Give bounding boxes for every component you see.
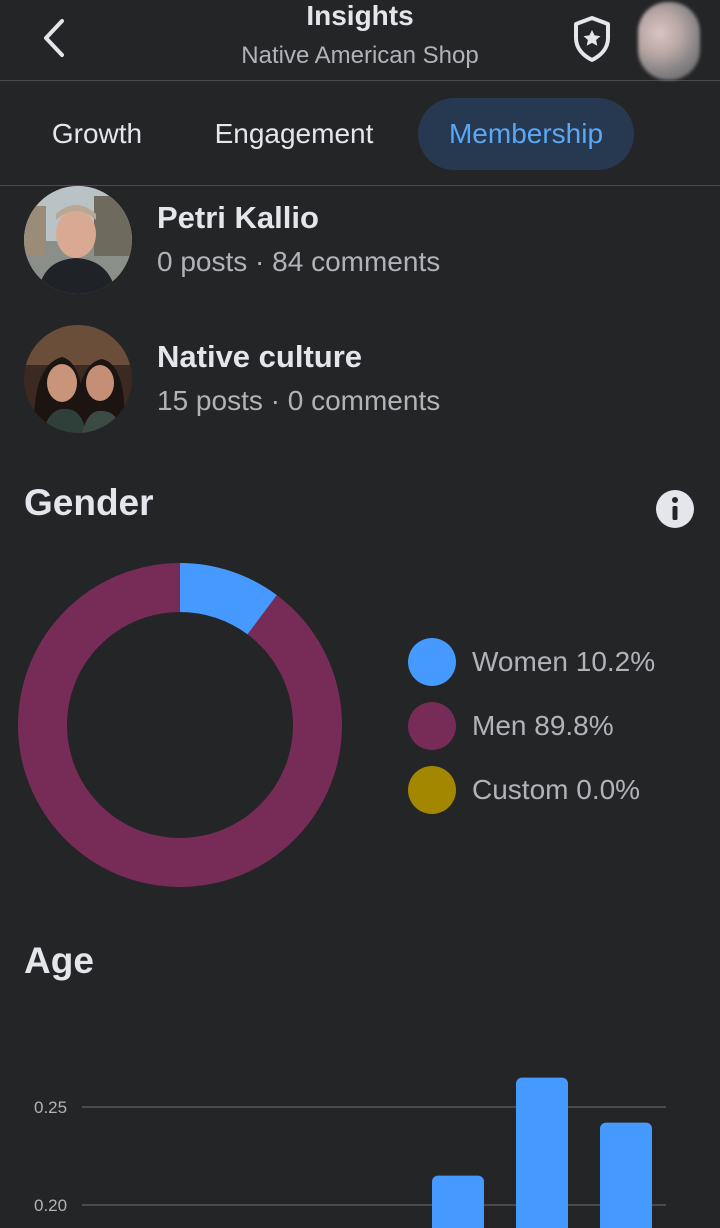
age-bar-chart: 0.20 0.25 bbox=[34, 1077, 666, 1228]
shield-star-icon bbox=[574, 16, 610, 62]
legend-swatch bbox=[408, 702, 456, 750]
gender-title: Gender bbox=[24, 482, 154, 523]
member-name: Petri Kallio bbox=[157, 200, 319, 235]
age-bar bbox=[600, 1122, 652, 1228]
age-title: Age bbox=[24, 940, 94, 981]
member-stats: 0 posts · 84 comments bbox=[157, 246, 441, 277]
legend-swatch bbox=[408, 638, 456, 686]
age-bar bbox=[516, 1077, 568, 1228]
gender-donut-chart bbox=[18, 563, 342, 887]
y-tick-label: 0.20 bbox=[34, 1196, 67, 1215]
header: Insights Native American Shop bbox=[0, 0, 720, 81]
tab-growth[interactable]: Growth bbox=[24, 98, 170, 170]
member-row[interactable]: Native culture 15 posts · 0 comments bbox=[0, 325, 720, 435]
legend-label: Women 10.2% bbox=[472, 646, 656, 677]
legend-item-custom: Custom 0.0% bbox=[408, 766, 640, 814]
tab-engagement[interactable]: Engagement bbox=[194, 98, 394, 170]
avatar[interactable] bbox=[24, 325, 132, 433]
legend-item-women: Women 10.2% bbox=[408, 638, 655, 686]
legend-label: Men 89.8% bbox=[472, 710, 614, 741]
member-row[interactable]: Petri Kallio 0 posts · 84 comments bbox=[0, 186, 720, 296]
age-bar bbox=[432, 1175, 484, 1228]
tab-bar: Growth Engagement Membership bbox=[0, 81, 720, 186]
insights-screen: Insights Native American Shop Growth Eng… bbox=[0, 0, 720, 1228]
tab-membership[interactable]: Membership bbox=[418, 98, 634, 170]
info-icon[interactable] bbox=[656, 490, 694, 528]
admin-tools-button[interactable] bbox=[567, 14, 617, 64]
legend-swatch bbox=[408, 766, 456, 814]
member-name: Native culture bbox=[157, 339, 363, 374]
legend-item-men: Men 89.8% bbox=[408, 702, 614, 750]
member-stats: 15 posts · 0 comments bbox=[157, 385, 441, 416]
profile-avatar[interactable] bbox=[638, 2, 700, 80]
donut-slice-men bbox=[18, 563, 342, 887]
y-tick-label: 0.25 bbox=[34, 1098, 67, 1117]
legend-label: Custom 0.0% bbox=[472, 774, 641, 805]
avatar[interactable] bbox=[24, 186, 132, 294]
